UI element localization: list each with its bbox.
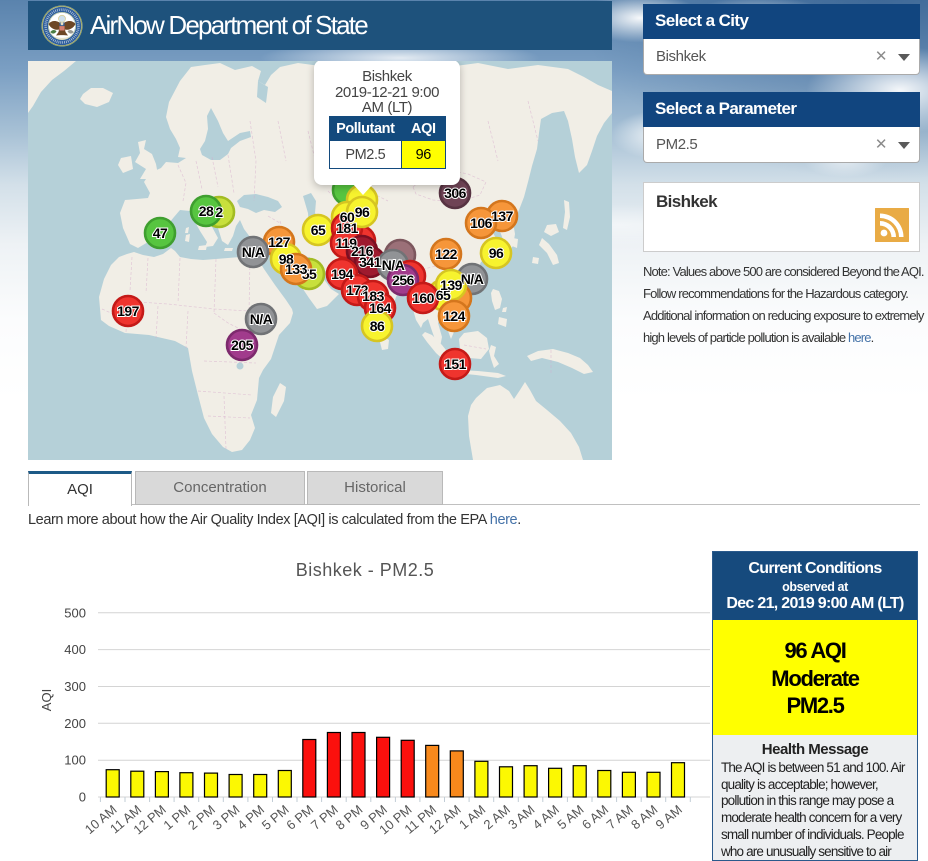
svg-text:200: 200 [64, 716, 86, 731]
svg-text:86: 86 [370, 318, 385, 334]
svg-text:47: 47 [153, 225, 168, 241]
svg-text:7 AM: 7 AM [603, 802, 635, 833]
svg-text:124: 124 [443, 308, 466, 324]
svg-text:2: 2 [215, 204, 223, 220]
svg-text:160: 160 [412, 290, 435, 306]
svg-text:9 AM: 9 AM [653, 802, 685, 833]
svg-text:194: 194 [331, 266, 354, 282]
svg-text:N/A: N/A [382, 257, 405, 273]
svg-text:65: 65 [311, 222, 326, 238]
svg-text:96: 96 [489, 245, 504, 261]
svg-text:137: 137 [491, 208, 514, 224]
svg-text:181: 181 [336, 220, 359, 236]
svg-text:500: 500 [64, 605, 86, 620]
svg-text:0: 0 [79, 790, 86, 805]
svg-text:197: 197 [117, 303, 140, 319]
svg-text:100: 100 [64, 753, 86, 768]
svg-text:2 AM: 2 AM [481, 802, 513, 833]
svg-text:28: 28 [199, 203, 214, 219]
svg-text:306: 306 [444, 185, 467, 201]
svg-text:205: 205 [231, 337, 254, 353]
svg-text:106: 106 [470, 215, 493, 231]
svg-text:122: 122 [435, 246, 458, 262]
svg-text:Bishkek - PM2.5: Bishkek - PM2.5 [296, 560, 435, 580]
svg-text:96: 96 [355, 204, 370, 220]
svg-text:1 AM: 1 AM [456, 802, 488, 833]
svg-text:N/A: N/A [250, 311, 273, 327]
svg-text:256: 256 [392, 272, 415, 288]
svg-text:127: 127 [268, 234, 291, 250]
svg-text:AQI: AQI [39, 689, 54, 711]
svg-text:5 AM: 5 AM [554, 802, 586, 833]
svg-text:151: 151 [444, 356, 467, 372]
svg-text:133: 133 [285, 261, 308, 277]
svg-text:139: 139 [440, 277, 463, 293]
svg-text:300: 300 [64, 679, 86, 694]
svg-text:N/A: N/A [242, 244, 265, 260]
svg-text:N/A: N/A [461, 271, 484, 287]
svg-text:164: 164 [369, 300, 392, 316]
svg-text:341: 341 [359, 254, 382, 270]
svg-text:6 AM: 6 AM [579, 802, 611, 833]
svg-text:400: 400 [64, 642, 86, 657]
svg-text:4 AM: 4 AM [530, 802, 562, 833]
